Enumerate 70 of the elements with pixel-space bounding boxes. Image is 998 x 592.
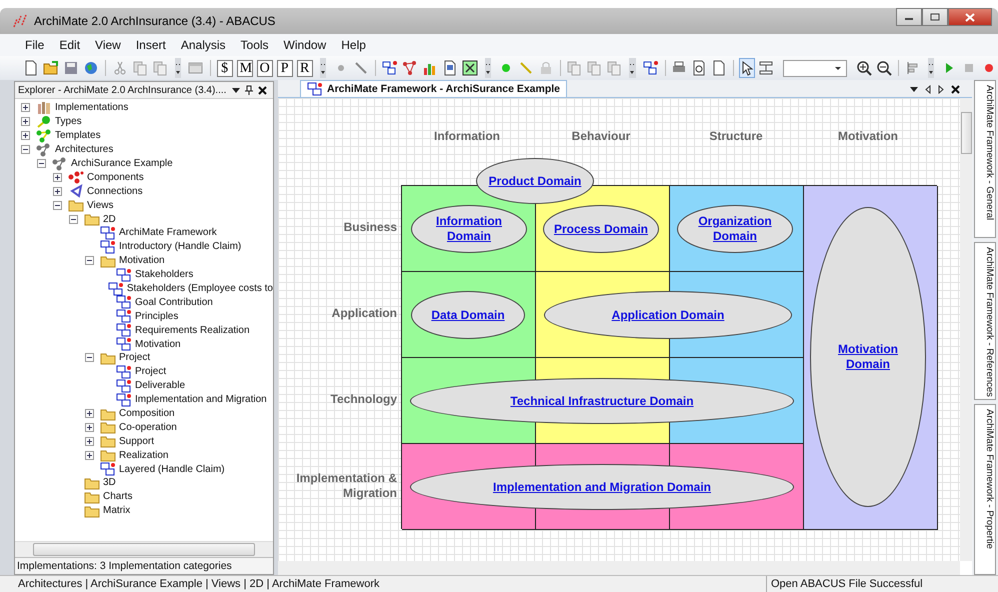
tree-item[interactable]: Realization (119, 450, 168, 461)
domain-link[interactable]: Process Domain (554, 222, 648, 236)
menu-item[interactable]: Tools (240, 38, 269, 52)
column-header: Structure (708, 129, 764, 143)
domain-link[interactable]: Motivation Domain (828, 342, 908, 372)
tree-item[interactable]: Implementations (55, 102, 128, 114)
letter-tool-button[interactable]: $ (216, 60, 233, 76)
tree-item[interactable]: ArchiSurance Example (71, 158, 173, 169)
letter-tool-button[interactable]: P (276, 60, 293, 76)
tree-item[interactable]: Co-operation (119, 422, 177, 433)
tree-item[interactable]: Connections (87, 186, 143, 197)
tree-item[interactable]: Matrix (103, 505, 130, 516)
panel-status: Implementations: 3 Implementation categories (15, 557, 273, 574)
tree-item[interactable]: Types (55, 116, 82, 128)
domain-link[interactable]: Implementation and Migration Domain (492, 480, 711, 494)
tree-item[interactable]: Architectures (55, 144, 114, 156)
side-tab[interactable]: ArchiMate Framework - References (974, 242, 996, 400)
side-tab[interactable]: ArchiMate Framework - Propertie (974, 404, 996, 575)
status-message: Open ABACUS File Successful (770, 577, 923, 592)
side-tab[interactable]: ArchiMate Framework - General (974, 80, 996, 238)
domain-link[interactable]: Application Domain (612, 308, 724, 322)
menu-item[interactable]: Window (284, 38, 326, 52)
tree-item[interactable]: Motivation (119, 255, 165, 266)
tree-item[interactable]: Deliverable (135, 380, 186, 392)
tree-item[interactable]: ArchiMate Framework (119, 227, 217, 238)
tree-item[interactable]: Stakeholders (Employee costs to (126, 283, 273, 294)
tree-item[interactable]: Composition (119, 408, 175, 420)
tree-item[interactable]: Templates (55, 130, 101, 142)
row-header: Application (330, 306, 397, 321)
tree-item[interactable]: Layered (Handle Claim) (119, 464, 225, 475)
domain-link[interactable]: Organization Domain (695, 214, 775, 244)
tree-item[interactable]: 2D (103, 214, 116, 225)
menu-item[interactable]: Help (341, 38, 366, 52)
column-header: Behaviour (570, 129, 632, 143)
tree-item[interactable]: Implementation and Migration (135, 394, 267, 406)
domain-link[interactable]: Data Domain (431, 308, 505, 322)
menu-item[interactable]: View (95, 38, 121, 52)
domain-link[interactable]: Product Domain (488, 174, 582, 188)
tree-item[interactable]: Motivation (135, 338, 181, 350)
tree-item[interactable]: Principles (135, 310, 178, 322)
tree-item[interactable]: Project (135, 366, 166, 378)
tree-item[interactable]: Components (87, 172, 144, 183)
domain-ellipse[interactable]: Product Domain (476, 158, 594, 204)
domain-link[interactable]: Technical Infrastructure Domain (510, 394, 694, 408)
menu-item[interactable]: Edit (59, 38, 80, 52)
tree-item[interactable]: Stakeholders (135, 269, 194, 280)
panel-title: Explorer - ArchiMate 2.0 ArchInsurance (3.4).... (18, 84, 227, 96)
domain-link[interactable]: Information Domain (429, 214, 509, 244)
row-header: Implementation & Migration (295, 471, 397, 501)
status-path: Architectures | ArchiSurance Example | Views | 2D | ArchiMate Framework (0, 576, 767, 592)
column-header: Information (433, 129, 501, 143)
letter-tool-button[interactable]: R (296, 60, 313, 76)
tree-item[interactable]: Views (87, 200, 114, 211)
row-header: Business (342, 220, 397, 235)
tree-item[interactable]: Introductory (Handle Claim) (119, 241, 242, 252)
menu-item[interactable]: Insert (136, 38, 166, 52)
menu-item[interactable]: Analysis (180, 38, 226, 52)
column-header: Motivation (837, 129, 899, 143)
tree-item[interactable]: Project (119, 352, 150, 364)
letter-tool-button[interactable]: M (236, 60, 253, 76)
tree-item[interactable]: Goal Contribution (135, 296, 213, 308)
tree-item[interactable]: 3D (103, 477, 116, 488)
tree-item[interactable]: Support (119, 436, 154, 447)
menu-item[interactable]: File (25, 38, 44, 52)
document-tab[interactable]: ArchiMate Framework - ArchiSurance Example (300, 80, 568, 97)
window-title: ArchiMate 2.0 ArchInsurance (3.4) - ABACUS (34, 14, 276, 28)
letter-tool-button[interactable]: O (256, 60, 273, 76)
tree-item[interactable]: Charts (103, 491, 132, 502)
tree-item[interactable]: Requirements Realization (135, 324, 250, 336)
row-header: Technology (330, 392, 397, 407)
